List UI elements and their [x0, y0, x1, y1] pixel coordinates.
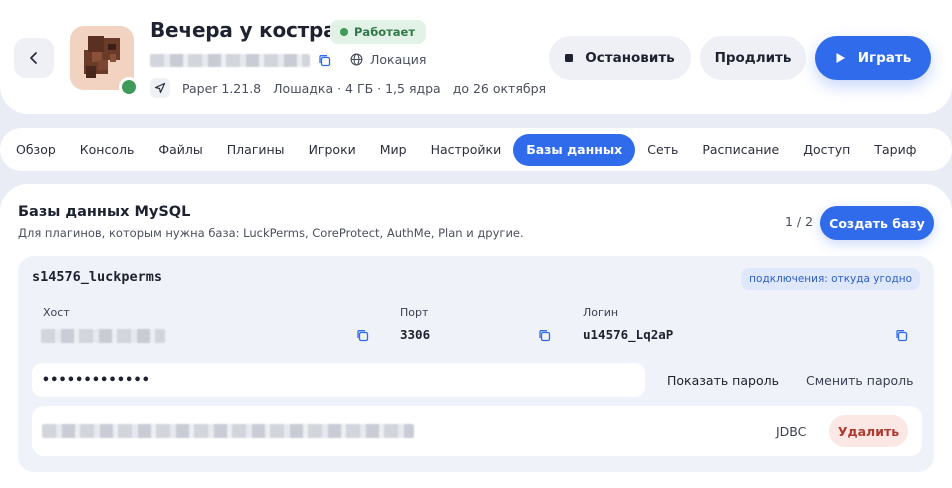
change-password-button[interactable]: Сменить пароль: [806, 373, 914, 388]
connections-badge: подключения: откуда угодно: [741, 268, 920, 290]
server-header: Вечера у костра Работает Локация Paper 1…: [0, 0, 952, 114]
jdbc-button[interactable]: JDBC: [776, 424, 806, 439]
online-status-dot: [119, 77, 139, 97]
create-database-label: Создать базу: [829, 215, 925, 231]
show-password-button[interactable]: Показать пароль: [667, 373, 779, 388]
tab-plugins[interactable]: Плагины: [215, 134, 297, 166]
database-count: 1 / 2: [785, 214, 814, 229]
port-value: 3306: [400, 327, 431, 342]
tab-files[interactable]: Файлы: [146, 134, 214, 166]
copy-login-icon[interactable]: [895, 329, 908, 342]
status-badge: Работает: [330, 20, 427, 44]
location-info: Локация: [350, 52, 426, 67]
server-version: Paper 1.21.8: [182, 80, 262, 96]
server-title: Вечера у костра: [150, 18, 337, 42]
tab-overview[interactable]: Обзор: [4, 134, 68, 166]
tab-access[interactable]: Доступ: [791, 134, 862, 166]
delete-database-label: Удалить: [837, 423, 900, 439]
tab-databases[interactable]: Базы данных: [513, 133, 636, 166]
copy-host-icon[interactable]: [356, 329, 369, 342]
server-plan: Лошадка · 4 ГБ · 1,5 ядра: [273, 80, 441, 96]
delete-database-button[interactable]: Удалить: [829, 415, 908, 447]
tab-world[interactable]: Мир: [368, 134, 419, 166]
databases-panel: Базы данных MySQL Для плагинов, которым …: [0, 184, 952, 488]
connection-string-redacted: [42, 424, 414, 438]
tab-schedule[interactable]: Расписание: [690, 134, 791, 166]
server-meta: Paper 1.21.8 Лошадка · 4 ГБ · 1,5 ядра д…: [150, 78, 546, 98]
section-subtitle: Для плагинов, которым нужна база: LuckPe…: [18, 226, 524, 240]
globe-icon: [350, 53, 363, 66]
database-name: s14576_luckperms: [32, 269, 163, 285]
extend-button[interactable]: Продлить: [700, 36, 806, 80]
copy-port-icon[interactable]: [538, 329, 551, 342]
connection-string-row: JDBC Удалить: [32, 406, 922, 456]
extend-button-label: Продлить: [714, 50, 792, 66]
play-button-label: Играть: [857, 50, 912, 66]
password-field[interactable]: •••••••••••••: [32, 363, 645, 397]
tab-settings[interactable]: Настройки: [419, 134, 514, 166]
tab-network[interactable]: Сеть: [635, 134, 690, 166]
login-value: u14576_Lq2aP: [583, 327, 674, 342]
server-type-icon-box: [150, 78, 170, 98]
stop-icon: [565, 54, 574, 62]
play-icon: [836, 53, 845, 63]
tab-console[interactable]: Консоль: [68, 134, 147, 166]
status-badge-dot: [340, 28, 348, 36]
play-button[interactable]: Играть: [815, 36, 931, 80]
login-label: Логин: [583, 306, 619, 319]
back-button[interactable]: [14, 38, 54, 78]
tab-tariff[interactable]: Тариф: [862, 134, 928, 166]
server-expires: до 26 октября: [452, 80, 547, 96]
paper-plane-icon: [154, 82, 166, 94]
create-database-button[interactable]: Создать базу: [820, 206, 934, 240]
section-title: Базы данных MySQL: [18, 204, 191, 220]
status-badge-label: Работает: [354, 25, 416, 39]
server-address-redacted: [150, 54, 310, 67]
port-label: Порт: [400, 306, 429, 319]
stop-button-label: Остановить: [585, 50, 675, 66]
location-label: Локация: [370, 52, 427, 67]
host-label: Хост: [43, 306, 70, 319]
chevron-left-icon: [30, 52, 37, 64]
host-value-redacted: [41, 329, 165, 343]
tab-bar: Обзор Консоль Файлы Плагины Игроки Мир Н…: [0, 128, 952, 171]
stop-button[interactable]: Остановить: [549, 36, 691, 80]
copy-address-icon[interactable]: [318, 54, 331, 67]
database-card: s14576_luckperms подключения: откуда уго…: [18, 256, 934, 472]
tab-players[interactable]: Игроки: [297, 134, 368, 166]
